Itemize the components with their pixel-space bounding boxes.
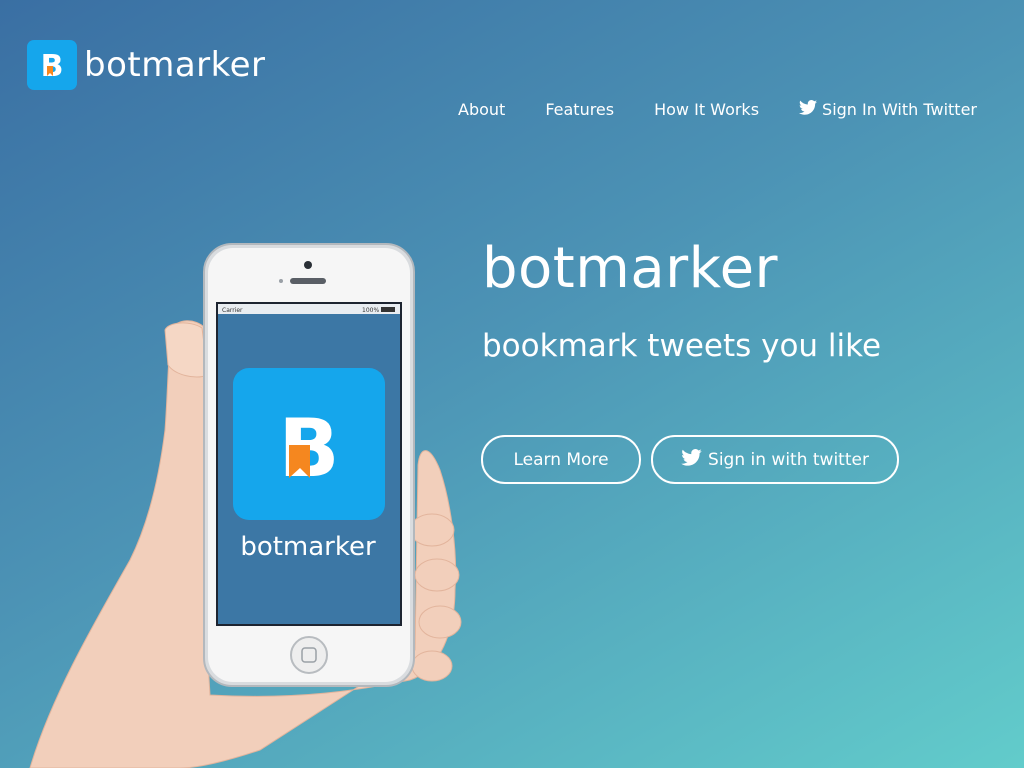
nav-features-label: Features [545, 100, 615, 119]
nav-about-label: About [458, 100, 506, 119]
nav-sign-in-twitter-label: Sign In With Twitter [822, 100, 977, 119]
nav-features-link[interactable]: Features [545, 100, 614, 119]
nav-about-link[interactable]: About [458, 100, 505, 119]
hero-title: botmarker [482, 236, 779, 301]
brand-logo-link[interactable]: B botmarker [27, 40, 266, 90]
status-battery-text: 100% [362, 307, 379, 314]
nav-how-it-works-label: How It Works [654, 100, 760, 119]
botmarker-logo-icon: B [27, 40, 77, 90]
sign-in-twitter-label: Sign in with twitter [708, 449, 869, 470]
learn-more-label: Learn More [513, 449, 609, 470]
status-carrier-text: Carrier [222, 307, 243, 314]
brand-name: botmarker [84, 45, 266, 85]
twitter-bird-icon [681, 448, 702, 471]
sign-in-twitter-button[interactable]: Sign in with twitter [651, 435, 899, 484]
hero-tagline: bookmark tweets you like [482, 328, 882, 364]
main-nav: About Features How It Works Sign In With… [458, 100, 977, 119]
phone-app-name: botmarker [240, 532, 376, 562]
hero-actions: Learn More Sign in with twitter [481, 435, 899, 484]
learn-more-button[interactable]: Learn More [481, 435, 641, 484]
twitter-bird-icon [799, 100, 818, 119]
hand-holding-phone-image: Carrier 100% B botmarker [0, 230, 480, 768]
nav-sign-in-twitter-link[interactable]: Sign In With Twitter [799, 100, 977, 119]
nav-how-it-works-link[interactable]: How It Works [654, 100, 759, 119]
